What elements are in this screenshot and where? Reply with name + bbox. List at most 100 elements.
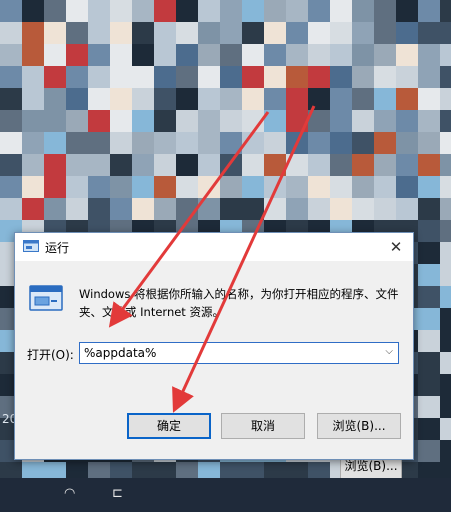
mosaic-tile bbox=[440, 0, 451, 22]
mosaic-tile bbox=[242, 0, 264, 22]
mosaic-tile bbox=[286, 176, 308, 198]
mosaic-tile bbox=[132, 110, 154, 132]
mosaic-tile bbox=[418, 418, 440, 440]
mosaic-tile bbox=[396, 110, 418, 132]
mosaic-tile bbox=[440, 286, 451, 308]
mosaic-tile bbox=[352, 132, 374, 154]
title-bar[interactable]: 运行 ✕ bbox=[15, 233, 413, 261]
mosaic-tile bbox=[198, 66, 220, 88]
mosaic-tile bbox=[44, 110, 66, 132]
mosaic-tile bbox=[418, 88, 440, 110]
mosaic-tile bbox=[88, 22, 110, 44]
mosaic-tile bbox=[0, 110, 22, 132]
mosaic-tile bbox=[0, 132, 22, 154]
mosaic-tile bbox=[110, 176, 132, 198]
mosaic-tile bbox=[110, 110, 132, 132]
mosaic-tile bbox=[308, 110, 330, 132]
run-dialog: 运行 ✕ Windows 将根据你所输入的名称，为你打开相应的程序、文件夹、文档… bbox=[14, 232, 414, 460]
mosaic-tile bbox=[22, 0, 44, 22]
dialog-title: 运行 bbox=[45, 241, 70, 255]
mosaic-tile bbox=[330, 198, 352, 220]
mosaic-tile bbox=[44, 132, 66, 154]
mosaic-tile bbox=[132, 198, 154, 220]
mosaic-tile bbox=[264, 154, 286, 176]
mosaic-tile bbox=[22, 44, 44, 66]
mosaic-tile bbox=[110, 154, 132, 176]
mosaic-tile bbox=[418, 242, 440, 264]
mosaic-tile bbox=[418, 176, 440, 198]
close-icon[interactable]: ✕ bbox=[379, 233, 413, 261]
mosaic-tile bbox=[22, 66, 44, 88]
mosaic-tile bbox=[242, 66, 264, 88]
mosaic-tile bbox=[352, 44, 374, 66]
mosaic-tile bbox=[0, 88, 22, 110]
mosaic-tile bbox=[264, 198, 286, 220]
mosaic-tile bbox=[308, 66, 330, 88]
mosaic-tile bbox=[66, 44, 88, 66]
mosaic-tile bbox=[220, 154, 242, 176]
mosaic-tile bbox=[88, 0, 110, 22]
mosaic-tile bbox=[88, 176, 110, 198]
mosaic-tile bbox=[242, 110, 264, 132]
mosaic-tile bbox=[44, 44, 66, 66]
mosaic-tile bbox=[44, 154, 66, 176]
mosaic-tile bbox=[330, 22, 352, 44]
open-combobox[interactable]: %appdata% ⌵ bbox=[79, 342, 399, 364]
mosaic-tile bbox=[308, 132, 330, 154]
chevron-down-icon[interactable]: ⌵ bbox=[385, 346, 393, 357]
mosaic-tile bbox=[308, 154, 330, 176]
mosaic-tile bbox=[418, 352, 440, 374]
mosaic-tile bbox=[66, 66, 88, 88]
spinner-icon[interactable]: ◠ bbox=[64, 486, 75, 501]
mosaic-tile bbox=[132, 88, 154, 110]
mosaic-tile bbox=[418, 396, 440, 418]
mosaic-tile bbox=[330, 176, 352, 198]
mosaic-tile bbox=[176, 132, 198, 154]
ok-button[interactable]: 确定 bbox=[127, 413, 211, 439]
mosaic-tile bbox=[0, 22, 22, 44]
mosaic-tile bbox=[132, 44, 154, 66]
mosaic-tile bbox=[88, 132, 110, 154]
mosaic-tile bbox=[0, 66, 22, 88]
mosaic-tile bbox=[110, 132, 132, 154]
mosaic-tile bbox=[440, 132, 451, 154]
mosaic-tile bbox=[154, 66, 176, 88]
mosaic-tile bbox=[154, 132, 176, 154]
mosaic-tile bbox=[374, 66, 396, 88]
mosaic-tile bbox=[154, 44, 176, 66]
cancel-button[interactable]: 取消 bbox=[221, 413, 305, 439]
mosaic-tile bbox=[0, 198, 22, 220]
mosaic-tile bbox=[242, 44, 264, 66]
mosaic-tile bbox=[374, 0, 396, 22]
mosaic-tile bbox=[132, 176, 154, 198]
mosaic-tile bbox=[154, 0, 176, 22]
mosaic-tile bbox=[374, 22, 396, 44]
mosaic-tile bbox=[418, 220, 440, 242]
mosaic-tile bbox=[264, 44, 286, 66]
mosaic-tile bbox=[198, 22, 220, 44]
mosaic-tile bbox=[440, 110, 451, 132]
mosaic-tile bbox=[44, 198, 66, 220]
mosaic-tile bbox=[374, 198, 396, 220]
mosaic-tile bbox=[154, 176, 176, 198]
mosaic-tile bbox=[330, 154, 352, 176]
mosaic-tile bbox=[330, 66, 352, 88]
mosaic-tile bbox=[176, 110, 198, 132]
mosaic-tile bbox=[352, 198, 374, 220]
dialog-description: Windows 将根据你所输入的名称，为你打开相应的程序、文件夹、文档或 Int… bbox=[79, 287, 399, 319]
mosaic-tile bbox=[198, 132, 220, 154]
open-input-value[interactable]: %appdata% bbox=[84, 346, 156, 360]
run-app-icon bbox=[23, 240, 39, 252]
mosaic-tile bbox=[132, 66, 154, 88]
mosaic-tile bbox=[440, 22, 451, 44]
mosaic-tile bbox=[286, 132, 308, 154]
mosaic-tile bbox=[286, 154, 308, 176]
mosaic-tile bbox=[418, 110, 440, 132]
mosaic-tile bbox=[352, 154, 374, 176]
mosaic-tile bbox=[66, 198, 88, 220]
browse-button[interactable]: 浏览(B)... bbox=[317, 413, 401, 439]
mosaic-tile bbox=[396, 44, 418, 66]
mosaic-tile bbox=[220, 176, 242, 198]
mosaic-tile bbox=[418, 264, 440, 286]
mosaic-tile bbox=[440, 396, 451, 418]
